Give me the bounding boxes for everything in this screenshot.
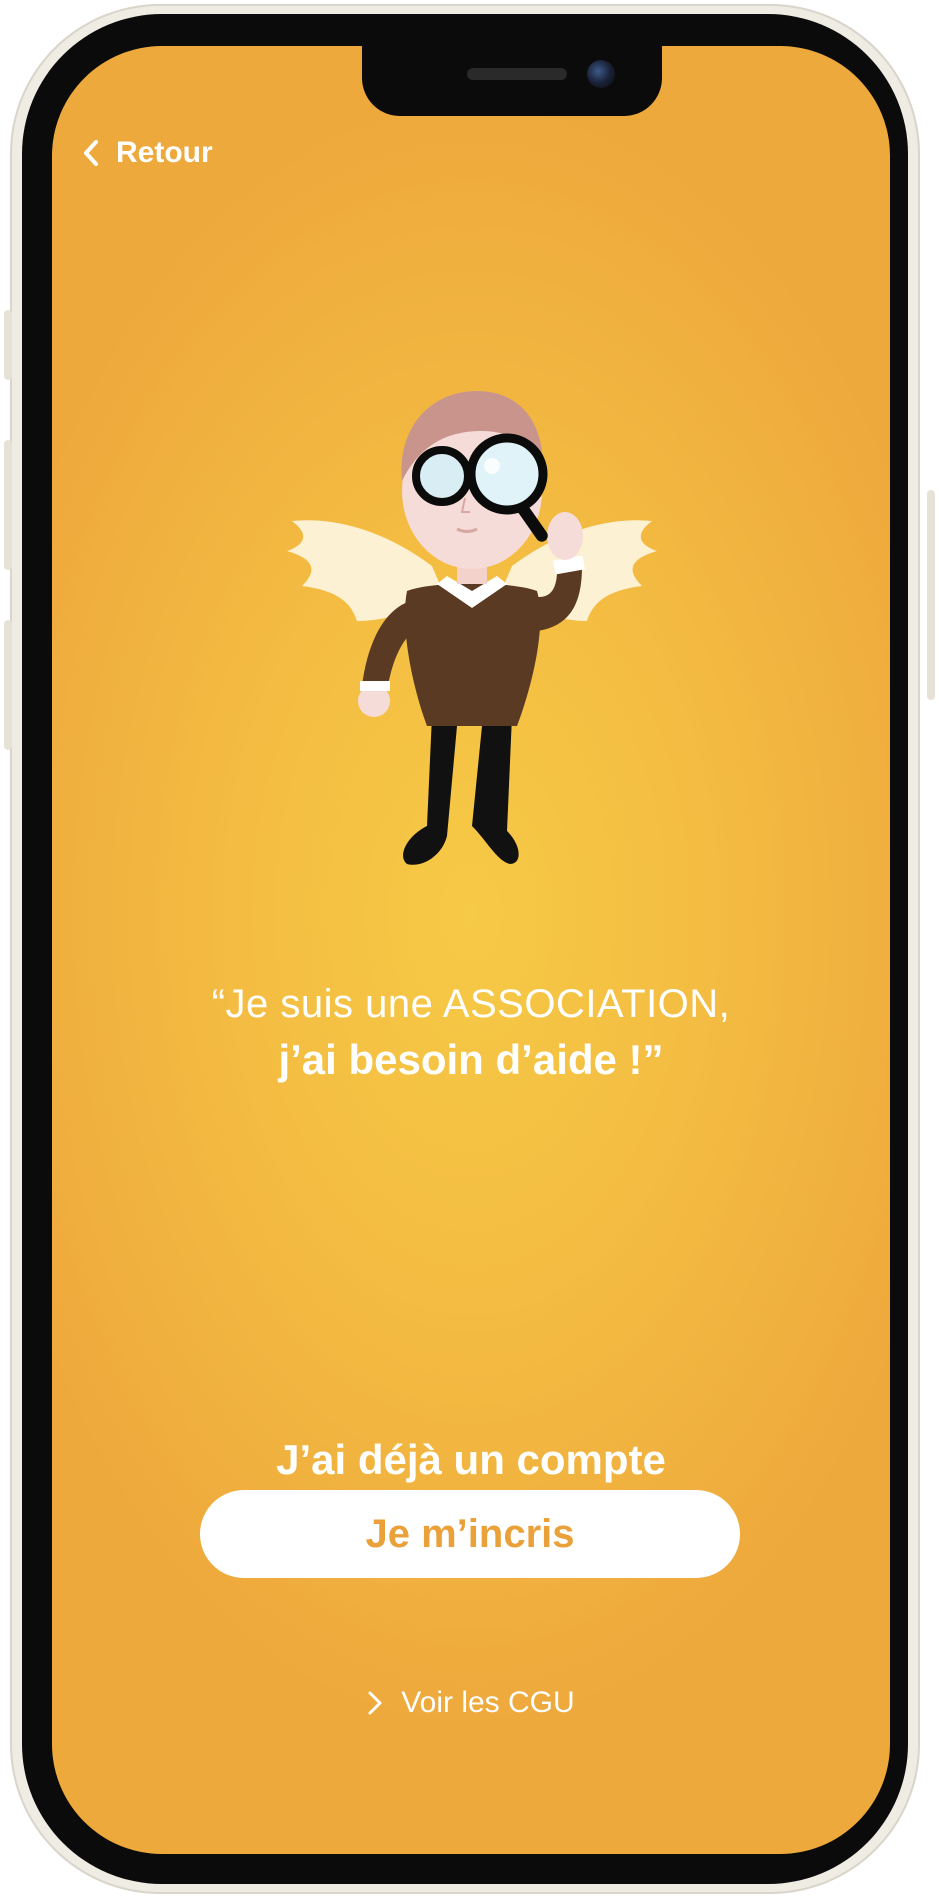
speaker bbox=[467, 68, 567, 80]
chevron-right-icon bbox=[368, 1691, 382, 1715]
tagline-line-1: “Je suis une ASSOCIATION, bbox=[211, 982, 731, 1026]
app-screen: Retour “Je suis une ASSOCIATION, j’ai be… bbox=[52, 46, 890, 1854]
cgu-label: Voir les CGU bbox=[401, 1686, 575, 1719]
side-button-left-1 bbox=[4, 310, 12, 380]
signup-button[interactable]: Je m’incris bbox=[200, 1490, 740, 1578]
left-leg bbox=[403, 716, 457, 865]
side-button-left-3 bbox=[4, 620, 12, 750]
notch bbox=[362, 46, 662, 116]
angel-mascot-illustration bbox=[287, 391, 657, 865]
tagline-line-2: j’ai besoin d’aide !” bbox=[278, 1036, 664, 1083]
back-label: Retour bbox=[116, 136, 213, 169]
login-link[interactable]: J’ai déjà un compte bbox=[52, 1436, 890, 1484]
chevron-left-icon bbox=[84, 140, 98, 166]
front-camera bbox=[587, 60, 615, 88]
right-leg bbox=[472, 716, 519, 864]
cgu-link[interactable]: Voir les CGU bbox=[52, 1686, 890, 1720]
tagline: “Je suis une ASSOCIATION, j’ai besoin d’… bbox=[52, 976, 890, 1088]
back-button[interactable]: Retour bbox=[82, 136, 213, 170]
side-button-right bbox=[927, 490, 935, 700]
side-button-left-2 bbox=[4, 440, 12, 570]
